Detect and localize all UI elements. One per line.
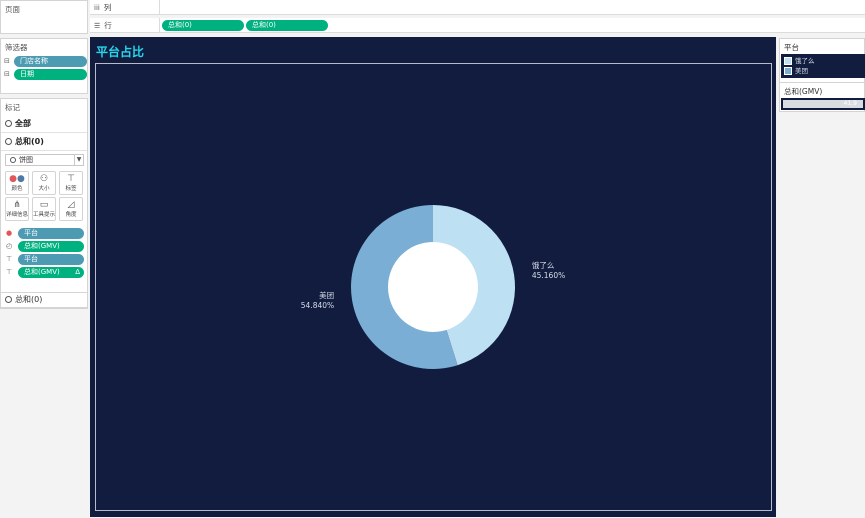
legend-item-label: 美团 xyxy=(795,67,808,75)
size-legend-fill: 41.9 xyxy=(783,100,863,108)
marks-sum-label: 总和(0) xyxy=(15,137,44,146)
filter-field-icon: ⊟ xyxy=(4,70,10,78)
rows-shelf-label: ☰ 行 xyxy=(90,18,160,33)
marks-all-tab[interactable]: 全部 xyxy=(1,115,87,133)
pie-mark-icon xyxy=(5,120,12,127)
tooltip-button[interactable]: ▭ 工具提示 xyxy=(32,197,56,221)
donut-chart: 饿了么45.160% 美团54.840% xyxy=(301,205,565,369)
tooltip-icon: ▭ xyxy=(39,200,49,210)
label-icon: ⊤ xyxy=(6,255,13,263)
encoding-row[interactable]: ⊤ 总和(GMV) Δ xyxy=(4,267,86,279)
angle-icon: ◿ xyxy=(67,200,75,210)
chevron-down-icon[interactable]: ▼ xyxy=(74,155,83,165)
columns-shelf[interactable]: iii 列 xyxy=(90,0,865,15)
columns-icon: iii xyxy=(94,4,100,12)
legend-item-label: 饿了么 xyxy=(795,57,815,65)
size-legend-bar: 41.9 xyxy=(781,98,865,110)
slice-category-label: 饿了么 xyxy=(532,260,555,270)
detail-button[interactable]: ⋔ 详细信息 xyxy=(5,197,29,221)
slice-value-label: 54.840% xyxy=(301,301,334,310)
rows-pill-sum[interactable]: 总和(0) xyxy=(162,20,244,31)
delta-icon: Δ xyxy=(75,268,80,276)
color-button[interactable]: ●● 颜色 xyxy=(5,171,29,195)
detail-button-label: 详细信息 xyxy=(6,212,29,218)
encoding-row[interactable]: ⊤ 平台 xyxy=(4,254,86,266)
pie-mark-icon xyxy=(5,296,12,303)
tooltip-button-label: 工具提示 xyxy=(33,212,56,218)
donut-hole xyxy=(388,242,478,332)
pages-card: 页面 xyxy=(0,0,88,34)
pie-mark-icon xyxy=(5,138,12,145)
marks-sum-tab-bottom[interactable]: 总和(0) xyxy=(0,292,88,308)
encoding-pill[interactable]: 总和(GMV) xyxy=(18,241,84,252)
rows-shelf[interactable]: ☰ 行 总和(0) 总和(0) xyxy=(90,18,865,33)
marks-title: 标记 xyxy=(5,103,20,112)
encoding-pill[interactable]: 平台 xyxy=(18,254,84,265)
size-legend: 总和(GMV) 41.9 xyxy=(779,82,865,112)
detail-icon: ⋔ xyxy=(13,200,21,210)
columns-shelf-label: iii 列 xyxy=(90,0,160,15)
marks-sum-tab[interactable]: 总和(0) xyxy=(1,133,87,151)
rows-label: 行 xyxy=(104,21,112,30)
angle-button[interactable]: ◿ 角度 xyxy=(59,197,83,221)
legend-item[interactable]: 饿了么 xyxy=(784,56,815,66)
size-icon: ⚇ xyxy=(39,174,49,184)
legend-swatch xyxy=(784,67,792,75)
filters-title: 筛选器 xyxy=(5,43,28,52)
legend-item[interactable]: 美团 xyxy=(784,66,808,76)
label-icon: ⊤ xyxy=(67,174,75,184)
marks-all-label: 全部 xyxy=(15,119,31,128)
mark-type-value: 饼图 xyxy=(19,156,33,164)
filter-field-icon: ⊟ xyxy=(4,57,10,65)
rows-pill-sum[interactable]: 总和(0) xyxy=(246,20,328,31)
slice-value-label: 45.160% xyxy=(532,271,565,280)
encoding-row[interactable]: ● 平台 xyxy=(4,228,86,240)
color-dots-icon: ●● xyxy=(9,174,25,184)
legend-body: 饿了么 美团 xyxy=(781,54,865,78)
filters-card: 筛选器 ⊟ 门店名称 ⊟ 日期 xyxy=(0,38,88,94)
size-legend-value: 41.9 xyxy=(843,100,857,107)
marks-card: 标记 全部 总和(0) 饼图 ▼ ●● 颜色 ⚇ 大小 ⊤ 标签 ⋔ 详细信息 … xyxy=(0,98,88,309)
legend-swatch xyxy=(784,57,792,65)
columns-label: 列 xyxy=(103,3,112,12)
encoding-row[interactable]: ◴ 总和(GMV) xyxy=(4,241,86,253)
encoding-pill[interactable]: 总和(GMV) Δ xyxy=(18,267,84,278)
color-dots-icon: ● xyxy=(6,229,13,237)
encoding-pill-label: 总和(GMV) xyxy=(24,268,60,276)
pages-title: 页面 xyxy=(5,5,20,14)
marks-bottom-sum-label: 总和(0) xyxy=(15,295,43,304)
rows-icon: ☰ xyxy=(94,22,101,30)
filter-pill-store[interactable]: 门店名称 xyxy=(14,56,87,67)
size-button[interactable]: ⚇ 大小 xyxy=(32,171,56,195)
angle-button-label: 角度 xyxy=(65,212,77,218)
mark-type-dropdown[interactable]: 饼图 ▼ xyxy=(5,154,84,166)
label-button-label: 标签 xyxy=(65,186,77,192)
filter-pill-date[interactable]: 日期 xyxy=(14,69,87,80)
angle-icon: ◴ xyxy=(6,242,13,250)
slice-category-label: 美团 xyxy=(319,290,334,300)
label-button[interactable]: ⊤ 标签 xyxy=(59,171,83,195)
size-button-label: 大小 xyxy=(38,186,50,192)
pie-mark-icon xyxy=(10,157,16,163)
filter-row[interactable]: ⊟ 日期 xyxy=(4,69,87,81)
color-button-label: 颜色 xyxy=(11,186,23,192)
encoding-pill[interactable]: 平台 xyxy=(18,228,84,239)
chart-area: 平台占比 饿了么 45.160% 美团 54.840% xyxy=(90,37,776,517)
filter-row[interactable]: ⊟ 门店名称 xyxy=(4,56,87,68)
label-icon: ⊤ xyxy=(6,268,13,276)
